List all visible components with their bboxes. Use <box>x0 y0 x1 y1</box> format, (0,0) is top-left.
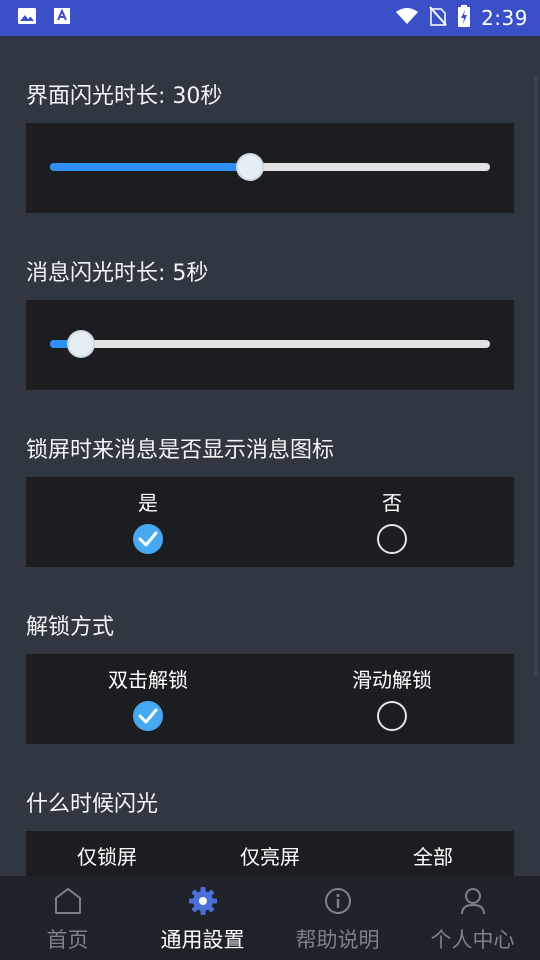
nav-label: 通用設置 <box>160 928 245 952</box>
option-label: 仅锁屏 <box>77 845 137 869</box>
image-icon <box>17 7 37 29</box>
nav-label: 帮助说明 <box>295 928 380 952</box>
when-flash-option-lock-only[interactable]: 仅锁屏 <box>26 831 188 876</box>
option-label: 否 <box>382 491 402 515</box>
person-icon <box>458 886 488 916</box>
nav-item-profile[interactable]: 个人中心 <box>405 876 540 960</box>
nav-item-general-settings[interactable]: 通用設置 <box>135 876 270 960</box>
msg-flash-panel <box>26 300 514 390</box>
screen-flash-title: 界面闪光时长: 30秒 <box>26 84 223 109</box>
lock-icon-option-yes[interactable]: 是 <box>26 477 270 567</box>
check-icon <box>138 531 158 547</box>
when-flash-option-all[interactable]: 全部 <box>352 831 514 876</box>
option-label: 是 <box>138 491 158 515</box>
lock-icon-panel: 是 否 <box>26 477 514 567</box>
unlock-option-swipe[interactable]: 滑动解锁 <box>270 654 514 744</box>
nav-label: 首页 <box>46 928 89 952</box>
nav-label: 个人中心 <box>430 928 515 952</box>
radio-button[interactable] <box>377 701 407 731</box>
scrollbar[interactable] <box>534 76 538 676</box>
screen-flash-slider-thumb[interactable] <box>238 155 263 179</box>
msg-flash-slider-thumb[interactable] <box>68 332 93 356</box>
msg-flash-slider[interactable] <box>50 332 490 356</box>
lock-icon-title: 锁屏时来消息是否显示消息图标 <box>26 438 335 463</box>
screen-flash-slider-fill <box>50 163 251 171</box>
text-a-icon <box>53 7 71 29</box>
unlock-panel: 双击解锁 滑动解锁 <box>26 654 514 744</box>
nav-item-help[interactable]: 帮助说明 <box>270 876 405 960</box>
nav-item-home[interactable]: 首页 <box>0 876 135 960</box>
lock-icon-option-no[interactable]: 否 <box>270 477 514 567</box>
unlock-title: 解锁方式 <box>26 615 115 640</box>
check-icon <box>138 708 158 724</box>
unlock-option-double-tap[interactable]: 双击解锁 <box>26 654 270 744</box>
when-flash-option-screen-on-only[interactable]: 仅亮屏 <box>189 831 351 876</box>
option-label: 仅亮屏 <box>240 845 300 869</box>
settings-content[interactable]: 界面闪光时长: 30秒 消息闪光时长: 5秒 锁屏时来消息是否显示消息图标 是 … <box>0 36 540 876</box>
option-label: 全部 <box>413 845 453 869</box>
option-label: 双击解锁 <box>108 668 188 692</box>
radio-button[interactable] <box>377 524 407 554</box>
bottom-nav: 首页 通用設置 帮助说明 个人中心 <box>0 876 540 960</box>
wifi-icon <box>395 7 419 29</box>
clock-time: 2:39 <box>481 6 528 30</box>
option-label: 滑动解锁 <box>352 668 432 692</box>
status-bar: 2:39 <box>0 0 540 36</box>
info-icon <box>323 886 353 916</box>
gear-icon <box>188 886 218 916</box>
battery-charging-icon <box>457 5 471 31</box>
when-flash-panel: 仅锁屏 仅亮屏 全部 <box>26 831 514 876</box>
radio-button[interactable] <box>133 524 163 554</box>
when-flash-title: 什么时候闪光 <box>26 792 159 817</box>
home-icon <box>53 886 83 916</box>
radio-button[interactable] <box>133 701 163 731</box>
msg-flash-title: 消息闪光时长: 5秒 <box>26 261 209 286</box>
screen-flash-slider[interactable] <box>50 155 490 179</box>
no-sim-icon <box>429 6 447 30</box>
screen-flash-panel <box>26 123 514 213</box>
